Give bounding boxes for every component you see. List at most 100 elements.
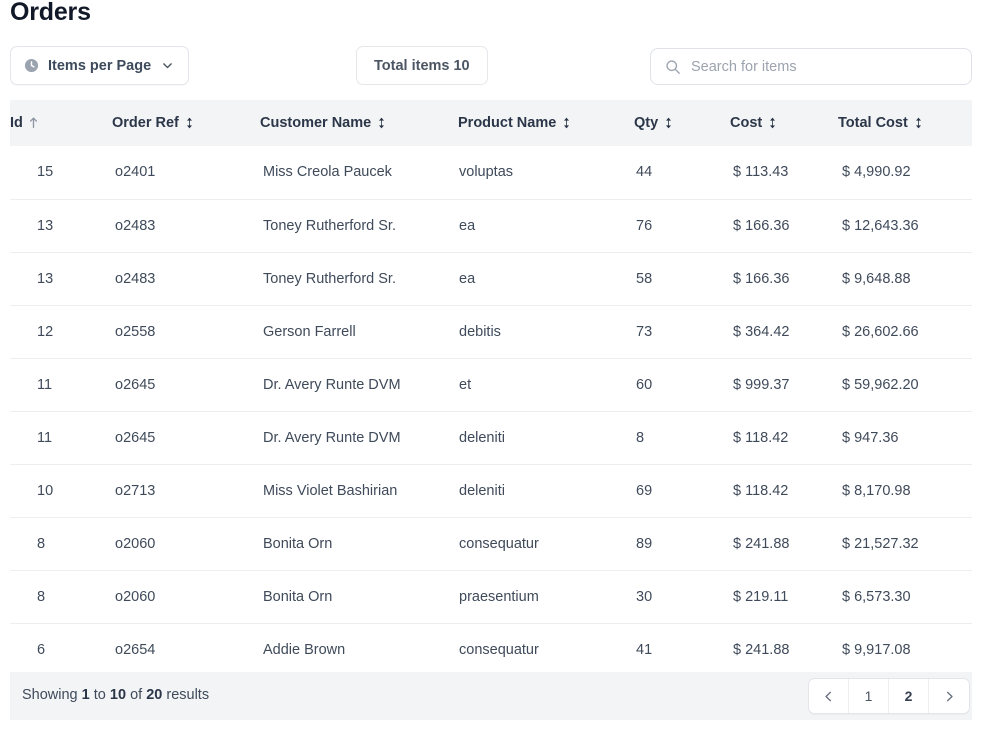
results-total: 20 bbox=[146, 687, 163, 703]
cell-qty: 8 bbox=[634, 411, 730, 465]
cell-id: 12 bbox=[10, 305, 112, 359]
page-title: Orders bbox=[10, 0, 91, 26]
cell-cost: $ 219.11 bbox=[730, 570, 838, 624]
total-items-badge: Total items 10 bbox=[356, 46, 488, 85]
cell-qty: 44 bbox=[634, 146, 730, 200]
pagination-page-2[interactable]: 2 bbox=[889, 679, 929, 713]
table-row[interactable]: 13 o2483 Toney Rutherford Sr. ea 58 $ 166.36 $… bbox=[10, 252, 972, 306]
cell-tot: $ 9,648.88 bbox=[838, 252, 972, 306]
orders-table-card: Id Order Ref Customer Name Product Name … bbox=[10, 100, 972, 677]
cell-id: 13 bbox=[10, 252, 112, 306]
results-to: 10 bbox=[109, 687, 127, 703]
cell-qty: 41 bbox=[634, 623, 730, 677]
table-row[interactable]: 8 o2060 Bonita Orn consequatur 89 $ 241.88 $ 2… bbox=[10, 517, 972, 571]
items-per-page-dropdown[interactable]: Items per Page bbox=[10, 46, 190, 85]
column-header-label: Qty bbox=[634, 115, 659, 131]
cell-tot: $ 6,573.30 bbox=[838, 570, 972, 624]
cell-prod: ea bbox=[458, 252, 634, 306]
cell-tot: $ 26,602.66 bbox=[838, 305, 972, 359]
column-header-customer-name[interactable]: Customer Name bbox=[260, 100, 458, 146]
cell-tot: $ 947.36 bbox=[838, 411, 972, 465]
column-header-id[interactable]: Id bbox=[10, 100, 112, 146]
column-header-total-cost[interactable]: Total Cost bbox=[838, 100, 972, 146]
sort-updown-icon bbox=[664, 117, 673, 129]
cell-id: 15 bbox=[10, 146, 112, 200]
column-header-product-name[interactable]: Product Name bbox=[458, 100, 634, 146]
results-summary: Showing 1 to 10 of 20 results bbox=[22, 687, 209, 703]
table-row[interactable]: 6 o2654 Addie Brown consequatur 41 $ 241.88 $ … bbox=[10, 623, 972, 677]
search-input[interactable] bbox=[691, 49, 957, 84]
cell-id: 6 bbox=[10, 623, 112, 677]
orders-table: Id Order Ref Customer Name Product Name … bbox=[10, 100, 972, 677]
table-header: Id Order Ref Customer Name Product Name … bbox=[10, 100, 972, 146]
sort-updown-icon bbox=[914, 117, 923, 129]
column-header-label: Product Name bbox=[458, 115, 557, 131]
cell-cust: Dr. Avery Runte DVM bbox=[260, 358, 458, 412]
cell-prod: debitis bbox=[458, 305, 634, 359]
results-summary-of: of bbox=[130, 687, 143, 703]
clock-icon bbox=[24, 58, 39, 73]
cell-prod: consequatur bbox=[458, 623, 634, 677]
pagination-prev-button[interactable] bbox=[809, 679, 849, 713]
cell-ref: o2713 bbox=[112, 464, 260, 518]
cell-prod: praesentium bbox=[458, 570, 634, 624]
cell-ref: o2645 bbox=[112, 358, 260, 412]
cell-ref: o2060 bbox=[112, 517, 260, 571]
sort-updown-icon bbox=[562, 117, 571, 129]
cell-cust: Miss Creola Paucek bbox=[260, 146, 458, 200]
cell-cust: Gerson Farrell bbox=[260, 305, 458, 359]
cell-cost: $ 241.88 bbox=[730, 623, 838, 677]
table-row[interactable]: 12 o2558 Gerson Farrell debitis 73 $ 364.42 $ … bbox=[10, 305, 972, 359]
cell-qty: 73 bbox=[634, 305, 730, 359]
table-row[interactable]: 8 o2060 Bonita Orn praesentium 30 $ 219.11 $ 6… bbox=[10, 570, 972, 624]
cell-id: 11 bbox=[10, 411, 112, 465]
pagination-next-button[interactable] bbox=[929, 679, 969, 713]
cell-prod: deleniti bbox=[458, 464, 634, 518]
cell-prod: et bbox=[458, 358, 634, 412]
cell-qty: 76 bbox=[634, 199, 730, 253]
cell-cost: $ 166.36 bbox=[730, 199, 838, 253]
column-header-label: Customer Name bbox=[260, 115, 372, 131]
table-row[interactable]: 11 o2645 Dr. Avery Runte DVM deleniti 8 $ 118… bbox=[10, 411, 972, 465]
cell-prod: voluptas bbox=[458, 146, 634, 200]
cell-cust: Addie Brown bbox=[260, 623, 458, 677]
column-header-cost[interactable]: Cost bbox=[730, 100, 838, 146]
search-box[interactable] bbox=[650, 48, 972, 85]
cell-ref: o2654 bbox=[112, 623, 260, 677]
cell-ref: o2558 bbox=[112, 305, 260, 359]
cell-qty: 30 bbox=[634, 570, 730, 624]
cell-cust: Dr. Avery Runte DVM bbox=[260, 411, 458, 465]
cell-tot: $ 21,527.32 bbox=[838, 517, 972, 571]
results-summary-mid: to bbox=[93, 687, 106, 703]
chevron-right-icon bbox=[944, 691, 955, 702]
pagination: 1 2 bbox=[808, 678, 970, 714]
column-header-order-ref[interactable]: Order Ref bbox=[112, 100, 260, 146]
cell-id: 8 bbox=[10, 570, 112, 624]
cell-cost: $ 999.37 bbox=[730, 358, 838, 412]
cell-cost: $ 118.42 bbox=[730, 411, 838, 465]
cell-id: 8 bbox=[10, 517, 112, 571]
chevron-left-icon bbox=[823, 691, 834, 702]
items-per-page-label: Items per Page bbox=[48, 57, 152, 74]
cell-cust: Toney Rutherford Sr. bbox=[260, 199, 458, 253]
orders-page: Orders Items per Page Total items 10 Sea… bbox=[0, 0, 988, 732]
pagination-page-1[interactable]: 1 bbox=[849, 679, 889, 713]
cell-cost: $ 364.42 bbox=[730, 305, 838, 359]
cell-ref: o2401 bbox=[112, 146, 260, 200]
table-row[interactable]: 15 o2401 Miss Creola Paucek voluptas 44 $ 113… bbox=[10, 146, 972, 200]
sort-updown-icon bbox=[185, 117, 194, 129]
cell-id: 11 bbox=[10, 358, 112, 412]
cell-cust: Miss Violet Bashirian bbox=[260, 464, 458, 518]
column-header-qty[interactable]: Qty bbox=[634, 100, 730, 146]
cell-qty: 89 bbox=[634, 517, 730, 571]
cell-prod: deleniti bbox=[458, 411, 634, 465]
cell-cust: Bonita Orn bbox=[260, 570, 458, 624]
column-header-label: Total Cost bbox=[838, 115, 908, 131]
table-row[interactable]: 11 o2645 Dr. Avery Runte DVM et 60 $ 999.37 $ … bbox=[10, 358, 972, 412]
table-row[interactable]: 13 o2483 Toney Rutherford Sr. ea 76 $ 166.36 $… bbox=[10, 199, 972, 253]
table-row[interactable]: 10 o2713 Miss Violet Bashirian deleniti 69 $ … bbox=[10, 464, 972, 518]
search-icon bbox=[665, 59, 681, 75]
results-summary-prefix: Showing bbox=[22, 687, 78, 703]
cell-tot: $ 12,643.36 bbox=[838, 199, 972, 253]
cell-cust: Toney Rutherford Sr. bbox=[260, 252, 458, 306]
